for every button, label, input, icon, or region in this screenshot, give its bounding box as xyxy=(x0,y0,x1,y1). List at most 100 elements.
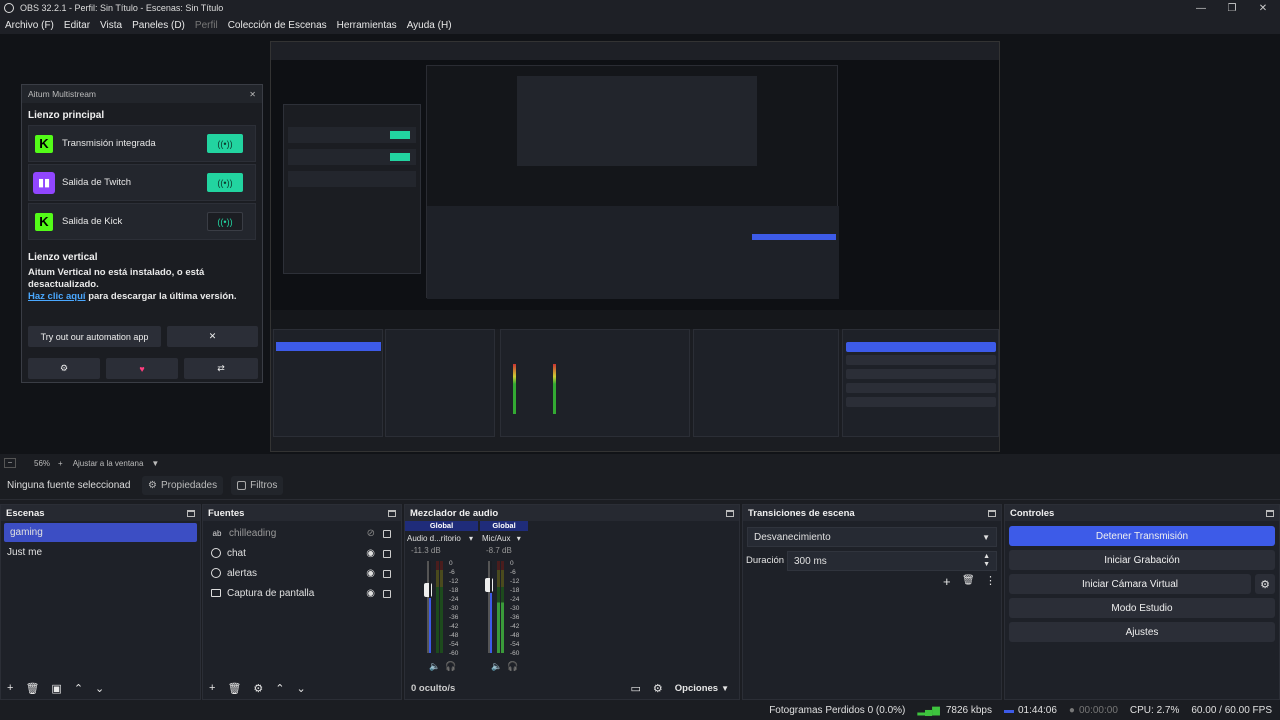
duration-input[interactable]: 300 ms ▲ ▼ xyxy=(787,551,997,571)
dismiss-button[interactable]: ✕ xyxy=(167,326,258,347)
channel-db: -11.3 dB xyxy=(411,546,441,555)
gear-icon[interactable]: ⚙ xyxy=(253,682,263,695)
trash-icon[interactable]: 🗑 xyxy=(25,682,39,695)
move-down-icon[interactable]: ⌄ xyxy=(297,682,306,695)
transition-select[interactable]: Desvanecimiento ▼ xyxy=(747,527,997,547)
headphones-icon[interactable]: 🎧 xyxy=(507,661,518,672)
menu-archivo[interactable]: Archivo (F) xyxy=(5,20,54,31)
eye-icon[interactable]: ◉ xyxy=(366,568,375,579)
spin-arrows-icon[interactable]: ▲ ▼ xyxy=(983,553,990,569)
nested-controls-dock xyxy=(842,329,999,437)
mixer-settings-icon[interactable]: ⚙ xyxy=(653,682,663,695)
controls-dock: Controles Detener Transmisión Iniciar Gr… xyxy=(1004,504,1280,700)
minimize-icon[interactable]: — xyxy=(1186,0,1216,16)
start-recording-button[interactable]: Iniciar Grabación xyxy=(1009,550,1275,570)
undock-icon[interactable] xyxy=(726,509,734,517)
lock-icon[interactable] xyxy=(383,570,391,578)
speaker-icon[interactable]: 🔈 xyxy=(429,661,440,672)
download-link[interactable]: Haz clic aquí xyxy=(28,291,86,302)
aitum-close-icon[interactable]: ✕ xyxy=(249,90,256,99)
db-tick: 0 xyxy=(449,560,453,567)
layout-icon[interactable]: ▭ xyxy=(631,682,641,695)
preview-area[interactable]: Aitum Multistream ✕ Lienzo principal K T… xyxy=(0,34,1280,454)
zoom-out-button[interactable]: − xyxy=(4,458,16,468)
db-tick: -54 xyxy=(449,641,459,648)
source-item[interactable]: chat ◉ xyxy=(203,543,401,563)
fit-window-label[interactable]: Ajustar a la ventana xyxy=(73,459,144,468)
headphones-icon[interactable]: 🎧 xyxy=(445,661,456,672)
source-label: chilleading xyxy=(229,527,277,539)
stream-toggle-on[interactable]: ((•)) xyxy=(207,134,243,153)
lock-icon[interactable] xyxy=(383,550,391,558)
studio-mode-button[interactable]: Modo Estudio xyxy=(1009,598,1275,618)
settings-gear-icon[interactable]: ⚙ xyxy=(28,358,100,379)
lock-icon[interactable] xyxy=(383,530,391,538)
add-icon[interactable]: + xyxy=(7,682,13,694)
record-time: 00:00:00 xyxy=(1078,704,1118,716)
add-icon[interactable]: + xyxy=(209,682,215,694)
filter-icon[interactable]: ▣ xyxy=(51,682,61,695)
options-button[interactable]: Opciones xyxy=(675,683,718,694)
scene-item-just-me[interactable]: Just me xyxy=(1,542,200,562)
menu-coleccion[interactable]: Colección de Escenas xyxy=(228,20,327,31)
source-item[interactable]: ab chilleading ⊘ xyxy=(203,523,401,543)
output-row-kick: K Salida de Kick ((•)) xyxy=(28,203,256,240)
undock-icon[interactable] xyxy=(1266,509,1274,517)
move-up-icon[interactable]: ⌃ xyxy=(74,682,83,695)
volume-level-bar xyxy=(429,561,431,653)
title-bar: OBS 32.2.1 - Perfil: Sin Título - Escena… xyxy=(0,0,1280,16)
zoom-in-icon[interactable]: + xyxy=(58,459,63,468)
menu-herramientas[interactable]: Herramientas xyxy=(337,20,397,31)
restore-icon[interactable]: ❐ xyxy=(1217,0,1247,16)
properties-button[interactable]: ⚙ Propiedades xyxy=(142,476,224,495)
scene-item-gaming[interactable]: gaming xyxy=(4,523,197,542)
filters-button[interactable]: Filtros xyxy=(231,476,284,495)
db-tick: -42 xyxy=(449,623,459,630)
speaker-icon[interactable]: 🔈 xyxy=(491,661,502,672)
undock-icon[interactable] xyxy=(988,509,996,517)
browser-globe-icon xyxy=(211,548,221,558)
move-down-icon[interactable]: ⌄ xyxy=(95,682,104,695)
trash-icon[interactable]: 🗑 xyxy=(962,575,975,586)
filters-label: Filtros xyxy=(250,480,278,491)
chevron-down-icon: ▼ xyxy=(982,532,990,542)
nested-ctl-btn xyxy=(846,369,996,379)
chevron-down-icon[interactable]: ▼ xyxy=(151,459,159,468)
nested-docks-thumb xyxy=(427,206,839,299)
twitch-logo-icon: ▮▮ xyxy=(33,171,55,194)
trash-icon[interactable]: 🗑 xyxy=(227,682,241,695)
undock-icon[interactable] xyxy=(187,509,195,517)
eye-icon[interactable]: ◉ xyxy=(366,588,375,599)
db-tick: -36 xyxy=(510,614,520,621)
virtual-camera-settings-gear-icon[interactable]: ⚙ xyxy=(1255,574,1275,594)
add-transition-icon[interactable]: + xyxy=(943,574,951,589)
menu-ayuda[interactable]: Ayuda (H) xyxy=(407,20,452,31)
undock-icon[interactable] xyxy=(388,509,396,517)
preview-canvas[interactable] xyxy=(270,41,1000,452)
start-virtual-camera-button[interactable]: Iniciar Cámara Virtual xyxy=(1009,574,1251,594)
share-icon[interactable]: ⇄ xyxy=(184,358,258,379)
source-item[interactable]: Captura de pantalla ◉ xyxy=(203,583,401,603)
lock-icon[interactable] xyxy=(383,590,391,598)
chevron-down-icon[interactable]: ▾ xyxy=(517,534,521,543)
menu-paneles[interactable]: Paneles (D) xyxy=(132,20,185,31)
move-up-icon[interactable]: ⌃ xyxy=(275,682,284,695)
menu-editar[interactable]: Editar xyxy=(64,20,90,31)
transitions-dock: Transiciones de escena Desvanecimiento ▼… xyxy=(742,504,1002,700)
menu-vista[interactable]: Vista xyxy=(100,20,122,31)
stop-stream-button[interactable]: Detener Transmisión xyxy=(1009,526,1275,546)
eye-hidden-icon[interactable]: ⊘ xyxy=(367,528,375,539)
menu-perfil[interactable]: Perfil xyxy=(195,20,218,31)
more-options-icon[interactable]: ⋮ xyxy=(985,574,996,587)
automation-app-button[interactable]: Try out our automation app xyxy=(28,326,161,347)
chevron-down-icon[interactable]: ▼ xyxy=(721,684,729,693)
stream-toggle-off[interactable]: ((•)) xyxy=(207,212,243,231)
heart-icon[interactable]: ♥ xyxy=(106,358,178,379)
source-item[interactable]: alertas ◉ xyxy=(203,563,401,583)
close-icon[interactable]: ✕ xyxy=(1248,0,1278,16)
stream-toggle-on[interactable]: ((•)) xyxy=(207,173,243,192)
chevron-down-icon[interactable]: ▾ xyxy=(469,534,473,543)
settings-button[interactable]: Ajustes xyxy=(1009,622,1275,642)
eye-icon[interactable]: ◉ xyxy=(366,548,375,559)
duration-value: 300 ms xyxy=(794,555,827,567)
